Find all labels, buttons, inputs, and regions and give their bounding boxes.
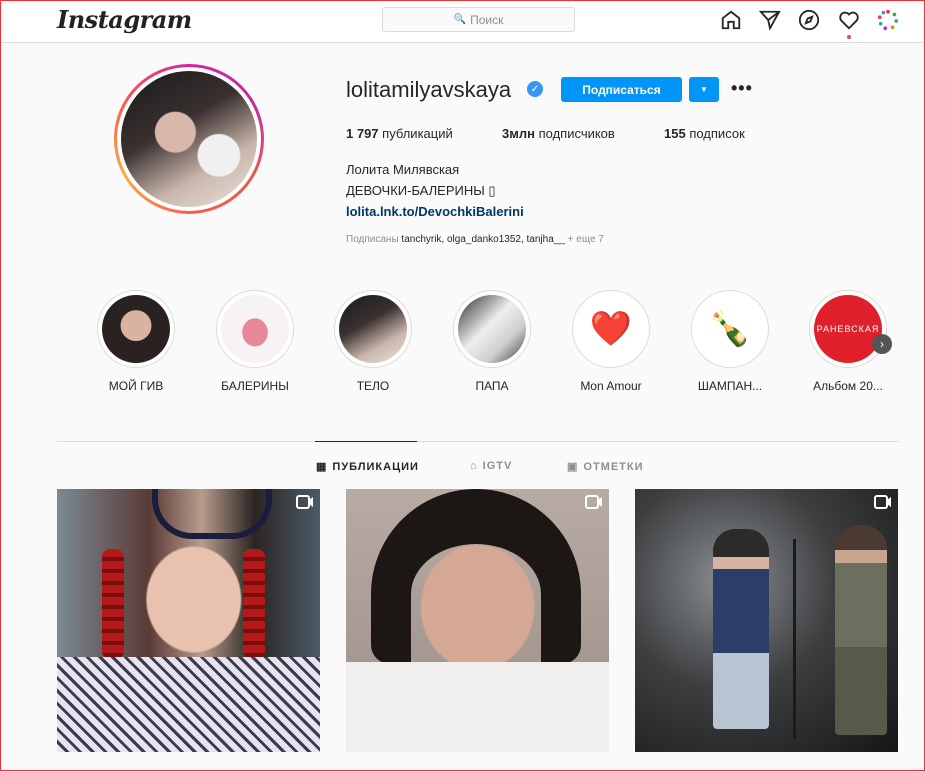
highlight-moi-giv[interactable]: МОЙ ГИВ <box>96 290 176 393</box>
follow-button[interactable]: Подписаться <box>561 77 682 102</box>
tab-igtv[interactable]: ⌂ IGTV <box>470 460 512 472</box>
highlight-baleriny[interactable]: БАЛЕРИНЫ <box>215 290 295 393</box>
tabs-divider <box>57 441 899 442</box>
heart-icon: ❤️ <box>577 295 645 363</box>
followers-count[interactable]: 3млн подписчиков <box>502 126 615 141</box>
profile-avatar-icon[interactable] <box>877 9 899 31</box>
search-placeholder: Поиск <box>470 12 504 27</box>
profile-username: lolitamilyavskaya <box>346 77 512 102</box>
highlight-telo[interactable]: ТЕЛО <box>333 290 413 393</box>
chevron-down-icon: ▼ <box>700 85 708 94</box>
direct-messages-icon[interactable] <box>759 9 781 31</box>
active-tab-indicator <box>315 441 417 442</box>
highlight-shampan[interactable]: 🍾 ШАМПАН... <box>690 290 770 393</box>
igtv-icon: ⌂ <box>470 460 478 472</box>
profile-bio: ДЕВОЧКИ-БАЛЕРИНЫ ▯ <box>346 183 496 198</box>
album-cover: РАНЕВСКАЯ <box>814 295 882 363</box>
following-count[interactable]: 155 подписок <box>664 126 745 141</box>
post-thumbnail[interactable] <box>635 489 898 752</box>
post-thumbnail[interactable] <box>346 489 609 752</box>
notification-dot <box>847 35 851 39</box>
tab-tagged[interactable]: ▣ ОТМЕТКИ <box>567 460 644 474</box>
home-icon[interactable] <box>720 9 742 31</box>
highlight-album[interactable]: РАНЕВСКАЯ Альбом 20... <box>808 290 888 393</box>
video-icon <box>585 495 602 509</box>
profile-external-link[interactable]: lolita.lnk.to/DevochkiBalerini <box>346 204 524 219</box>
posts-count: 1 797 публикаций <box>346 126 453 141</box>
profile-avatar[interactable] <box>114 64 264 214</box>
chevron-right-icon: › <box>880 337 884 351</box>
tagged-icon: ▣ <box>567 461 579 473</box>
video-icon <box>874 495 891 509</box>
top-navigation-bar: Instagram 🔍 Поиск <box>1 1 924 43</box>
instagram-logo[interactable]: Instagram <box>57 5 192 34</box>
grid-icon: ▦ <box>316 461 328 473</box>
more-options-button[interactable]: ••• <box>731 78 753 98</box>
suggested-dropdown-button[interactable]: ▼ <box>689 77 719 102</box>
highlights-next-button[interactable]: › <box>872 334 892 354</box>
tab-posts[interactable]: ▦ ПУБЛИКАЦИИ <box>316 460 419 474</box>
profile-photo <box>121 71 257 207</box>
search-icon: 🔍 <box>453 14 467 25</box>
explore-compass-icon[interactable] <box>798 9 820 31</box>
followed-by[interactable]: Подписаны tanchyrik, olga_danko1352, tan… <box>346 234 604 245</box>
search-input[interactable]: 🔍 Поиск <box>382 7 575 32</box>
profile-full-name: Лолита Милявская <box>346 162 460 177</box>
video-icon <box>296 495 313 509</box>
highlight-mon-amour[interactable]: ❤️ Mon Amour <box>571 290 651 393</box>
post-thumbnail[interactable] <box>57 489 320 752</box>
verified-badge-icon: ✓ <box>527 81 543 97</box>
champagne-icon: 🍾 <box>696 295 764 363</box>
highlight-papa[interactable]: ПАПА <box>452 290 532 393</box>
activity-heart-icon[interactable] <box>838 9 860 31</box>
